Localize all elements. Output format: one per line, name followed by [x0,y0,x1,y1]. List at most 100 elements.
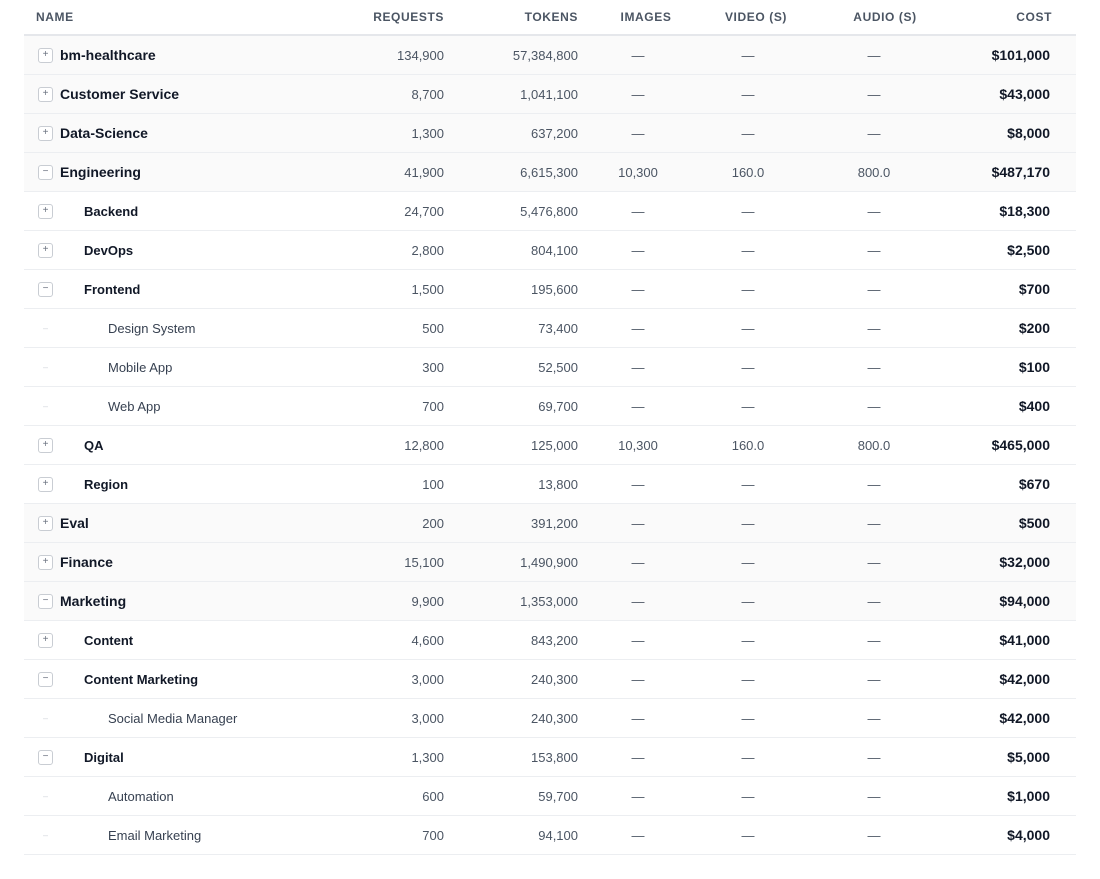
tokens-value: 5,476,800 [520,203,578,219]
tokens-value: 153,800 [531,749,578,765]
collapse-icon[interactable]: − [38,281,53,297]
audio-seconds-value: — [867,281,881,297]
table-row[interactable]: + Customer Service 8,700 1,041,100 — — — $43,00… [24,75,1076,114]
row-name: Digital [84,749,124,765]
tokens-value: 13,800 [538,476,578,492]
cost-value: $700 [1018,281,1050,297]
video-seconds-value: — [741,203,755,219]
cost-value: $5,000 [1007,749,1050,765]
requests-value: 700 [422,398,444,414]
cost-value: $2,500 [1007,242,1050,258]
table-row[interactable]: + Backend 24,700 5,476,800 — — — $18,300 [24,192,1076,231]
collapse-icon[interactable]: − [38,671,53,687]
table-row[interactable]: – Email Marketing 700 94,100 — — — $4,000 [24,816,1076,855]
name-cell: + Eval [24,515,364,531]
name-cell: – Social Media Manager [24,711,364,726]
column-header-tokens[interactable]: TOKENS [444,10,578,24]
table-row[interactable]: − Digital 1,300 153,800 — — — $5,000 [24,738,1076,777]
video-seconds-value: — [741,827,755,843]
column-header-images[interactable]: IMAGES [578,10,698,24]
images-value: — [631,554,645,570]
column-header-cost[interactable]: COST [950,10,1064,24]
images-value: — [631,242,645,258]
table-row[interactable]: – Web App 700 69,700 — — — $400 [24,387,1076,426]
cost-value: $32,000 [999,554,1050,570]
video-seconds-value: — [741,515,755,531]
usage-table: NAME REQUESTS TOKENS IMAGES VIDEO (S) AU… [24,0,1076,855]
expand-icon[interactable]: + [38,476,53,492]
expand-icon[interactable]: + [38,47,53,63]
row-name: bm-healthcare [60,47,156,63]
video-seconds-value: 160.0 [731,437,765,453]
video-seconds-value: — [741,671,755,687]
requests-value: 3,000 [411,710,444,726]
table-row[interactable]: + bm-healthcare 134,900 57,384,800 — — — $101,0… [24,36,1076,75]
table-row[interactable]: + Eval 200 391,200 — — — $500 [24,504,1076,543]
audio-seconds-value: — [867,398,881,414]
video-seconds-value: — [741,554,755,570]
table-row[interactable]: − Engineering 41,900 6,615,300 10,300 160.0 80… [24,153,1076,192]
table-row[interactable]: − Content Marketing 3,000 240,300 — — — $42,000 [24,660,1076,699]
collapse-icon[interactable]: − [38,164,53,180]
table-row[interactable]: – Design System 500 73,400 — — — $200 [24,309,1076,348]
expand-icon[interactable]: + [38,437,53,453]
expand-icon[interactable]: + [38,86,53,102]
requests-value: 1,500 [411,281,444,297]
cost-value: $42,000 [999,710,1050,726]
audio-seconds-value: — [867,710,881,726]
row-name: QA [84,437,104,453]
table-row[interactable]: + DevOps 2,800 804,100 — — — $2,500 [24,231,1076,270]
expand-icon[interactable]: + [38,203,53,219]
collapse-icon[interactable]: − [38,749,53,765]
tokens-value: 804,100 [531,242,578,258]
video-seconds-value: — [741,86,755,102]
images-value: — [631,86,645,102]
tokens-value: 1,353,000 [520,593,578,609]
images-value: — [631,359,645,375]
row-name: DevOps [84,242,134,258]
column-header-requests[interactable]: REQUESTS [364,10,444,24]
tokens-value: 69,700 [538,398,578,414]
cost-value: $4,000 [1007,827,1050,843]
name-cell: – Design System [24,321,364,336]
requests-value: 4,600 [411,632,444,648]
audio-seconds-value: — [867,203,881,219]
requests-value: 12,800 [404,437,444,453]
expand-icon[interactable]: + [38,242,53,258]
table-row[interactable]: + Data-Science 1,300 637,200 — — — $8,000 [24,114,1076,153]
audio-seconds-value: — [867,749,881,765]
audio-seconds-value: — [867,515,881,531]
name-cell: + Content [24,632,364,648]
audio-seconds-value: — [867,47,881,63]
table-row[interactable]: − Marketing 9,900 1,353,000 — — — $94,000 [24,582,1076,621]
cost-value: $670 [1018,476,1050,492]
video-seconds-value: — [741,242,755,258]
table-row[interactable]: – Automation 600 59,700 — — — $1,000 [24,777,1076,816]
video-seconds-value: — [741,476,755,492]
table-row[interactable]: + Finance 15,100 1,490,900 — — — $32,000 [24,543,1076,582]
requests-value: 1,300 [411,749,444,765]
table-row[interactable]: + Content 4,600 843,200 — — — $41,000 [24,621,1076,660]
leaf-dash-icon: – [42,830,48,840]
table-row[interactable]: – Mobile App 300 52,500 — — — $100 [24,348,1076,387]
requests-value: 15,100 [404,554,444,570]
collapse-icon[interactable]: − [38,593,53,609]
table-row[interactable]: − Frontend 1,500 195,600 — — — $700 [24,270,1076,309]
column-header-audio[interactable]: AUDIO (S) [798,10,950,24]
images-value: — [631,788,645,804]
table-row[interactable]: – Social Media Manager 3,000 240,300 — — — $42,… [24,699,1076,738]
table-row[interactable]: + QA 12,800 125,000 10,300 160.0 800.0 $465,000 [24,426,1076,465]
row-name: Engineering [60,164,141,180]
audio-seconds-value: — [867,632,881,648]
audio-seconds-value: — [867,359,881,375]
expand-icon[interactable]: + [38,632,53,648]
expand-icon[interactable]: + [38,554,53,570]
column-header-name[interactable]: NAME [24,10,364,24]
video-seconds-value: — [741,632,755,648]
expand-icon[interactable]: + [38,515,53,531]
images-value: — [631,125,645,141]
cost-value: $465,000 [991,437,1050,453]
expand-icon[interactable]: + [38,125,53,141]
table-row[interactable]: + Region 100 13,800 — — — $670 [24,465,1076,504]
column-header-video[interactable]: VIDEO (S) [698,10,798,24]
